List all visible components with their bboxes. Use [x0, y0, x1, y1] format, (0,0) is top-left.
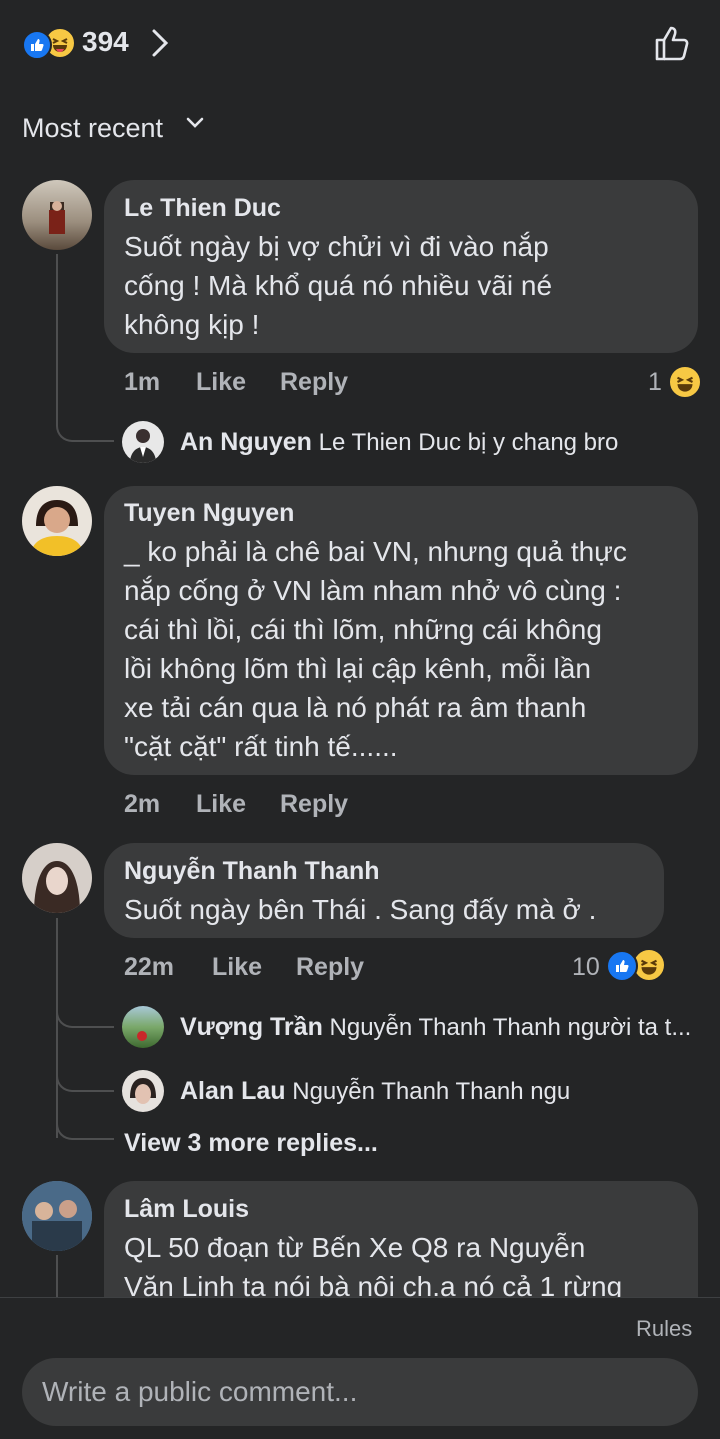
- reply-text: Nguyễn Thanh Thanh người ta t...: [329, 1014, 692, 1041]
- comment-text-line: cống ! Mà khổ quá nó nhiều vãi né: [124, 270, 553, 301]
- commenter-name[interactable]: Lâm Louis: [124, 1194, 249, 1224]
- comment-text-line: "cặt cặt" rất tinh tế......: [124, 731, 398, 762]
- reply-entry[interactable]: Vượng Trần Nguyễn Thanh Thanh người ta t…: [180, 1012, 700, 1043]
- avatar[interactable]: [22, 486, 92, 556]
- reaction-count[interactable]: 394: [82, 24, 129, 60]
- like-button[interactable]: Like: [196, 367, 246, 397]
- thread-line: [56, 990, 114, 1028]
- comment-text-line: nắp cống ở VN làm nham nhở vô cùng :: [124, 575, 622, 606]
- avatar[interactable]: [22, 843, 92, 913]
- comment-time: 2m: [124, 790, 161, 818]
- comment-time: 22m: [124, 953, 175, 981]
- thread-line: [56, 1054, 114, 1092]
- thread-line: [56, 254, 114, 442]
- like-reaction-icon: [22, 30, 52, 60]
- thread-line: [56, 1100, 114, 1140]
- haha-reaction-icon: [668, 365, 702, 399]
- like-reaction-icon: [606, 950, 638, 982]
- avatar[interactable]: [22, 180, 92, 250]
- comment-text-line: không kịp !: [124, 309, 260, 340]
- commenter-name[interactable]: Tuyen Nguyen: [124, 498, 294, 528]
- avatar[interactable]: [122, 421, 164, 463]
- comment-input[interactable]: [22, 1358, 698, 1426]
- reply-button[interactable]: Reply: [296, 952, 364, 982]
- reply-button[interactable]: Reply: [280, 789, 348, 819]
- comment-text-line: _ ko phải là chê bai VN, nhưng quả thực: [124, 536, 627, 567]
- reply-entry[interactable]: An Nguyen Le Thien Duc bị y chang bro: [180, 427, 700, 458]
- rules-link[interactable]: Rules: [636, 1315, 692, 1343]
- comment-time: 1m: [124, 368, 161, 396]
- comment-text-line: lồi không lõm thì lại cập kênh, mỗi lần: [124, 653, 591, 684]
- sort-dropdown-label[interactable]: Most recent: [22, 110, 163, 146]
- comment-text-line: Suốt ngày bên Thái . Sang đấy mà ở .: [124, 894, 597, 925]
- comment-text-line: cái thì lồi, cái thì lõm, những cái khôn…: [124, 614, 602, 645]
- reply-author-name[interactable]: Vượng Trần: [180, 1013, 323, 1041]
- reply-author-name[interactable]: An Nguyen: [180, 428, 312, 456]
- reply-author-name[interactable]: Alan Lau: [180, 1077, 286, 1105]
- view-more-replies-link[interactable]: View 3 more replies...: [124, 1128, 378, 1158]
- like-button[interactable]: Like: [212, 952, 262, 982]
- comment-text-line: QL 50 đoạn từ Bến Xe Q8 ra Nguyễn: [124, 1232, 586, 1263]
- commenter-name[interactable]: Nguyễn Thanh Thanh: [124, 856, 380, 886]
- chevron-right-icon[interactable]: [150, 28, 170, 63]
- chevron-down-icon[interactable]: [186, 116, 204, 135]
- comment-text-line: xe tải cán qua là nó phát ra âm thanh: [124, 692, 587, 723]
- commenter-name[interactable]: Le Thien Duc: [124, 193, 281, 223]
- thread-line: [56, 1255, 60, 1297]
- thumbs-up-icon[interactable]: [654, 24, 692, 67]
- reply-text: Le Thien Duc bị y chang bro: [318, 429, 619, 456]
- like-button[interactable]: Like: [196, 789, 246, 819]
- avatar[interactable]: [122, 1006, 164, 1048]
- reply-entry[interactable]: Alan Lau Nguyễn Thanh Thanh ngu: [180, 1076, 700, 1107]
- reply-button[interactable]: Reply: [280, 367, 348, 397]
- avatar[interactable]: [22, 1181, 92, 1251]
- avatar[interactable]: [122, 1070, 164, 1112]
- comment-text-line: Suốt ngày bị vợ chửi vì đi vào nắp: [124, 231, 549, 262]
- comment-reaction-count[interactable]: 1: [648, 367, 662, 397]
- reply-text: Nguyễn Thanh Thanh ngu: [292, 1078, 571, 1105]
- comment-reaction-count[interactable]: 10: [572, 952, 600, 982]
